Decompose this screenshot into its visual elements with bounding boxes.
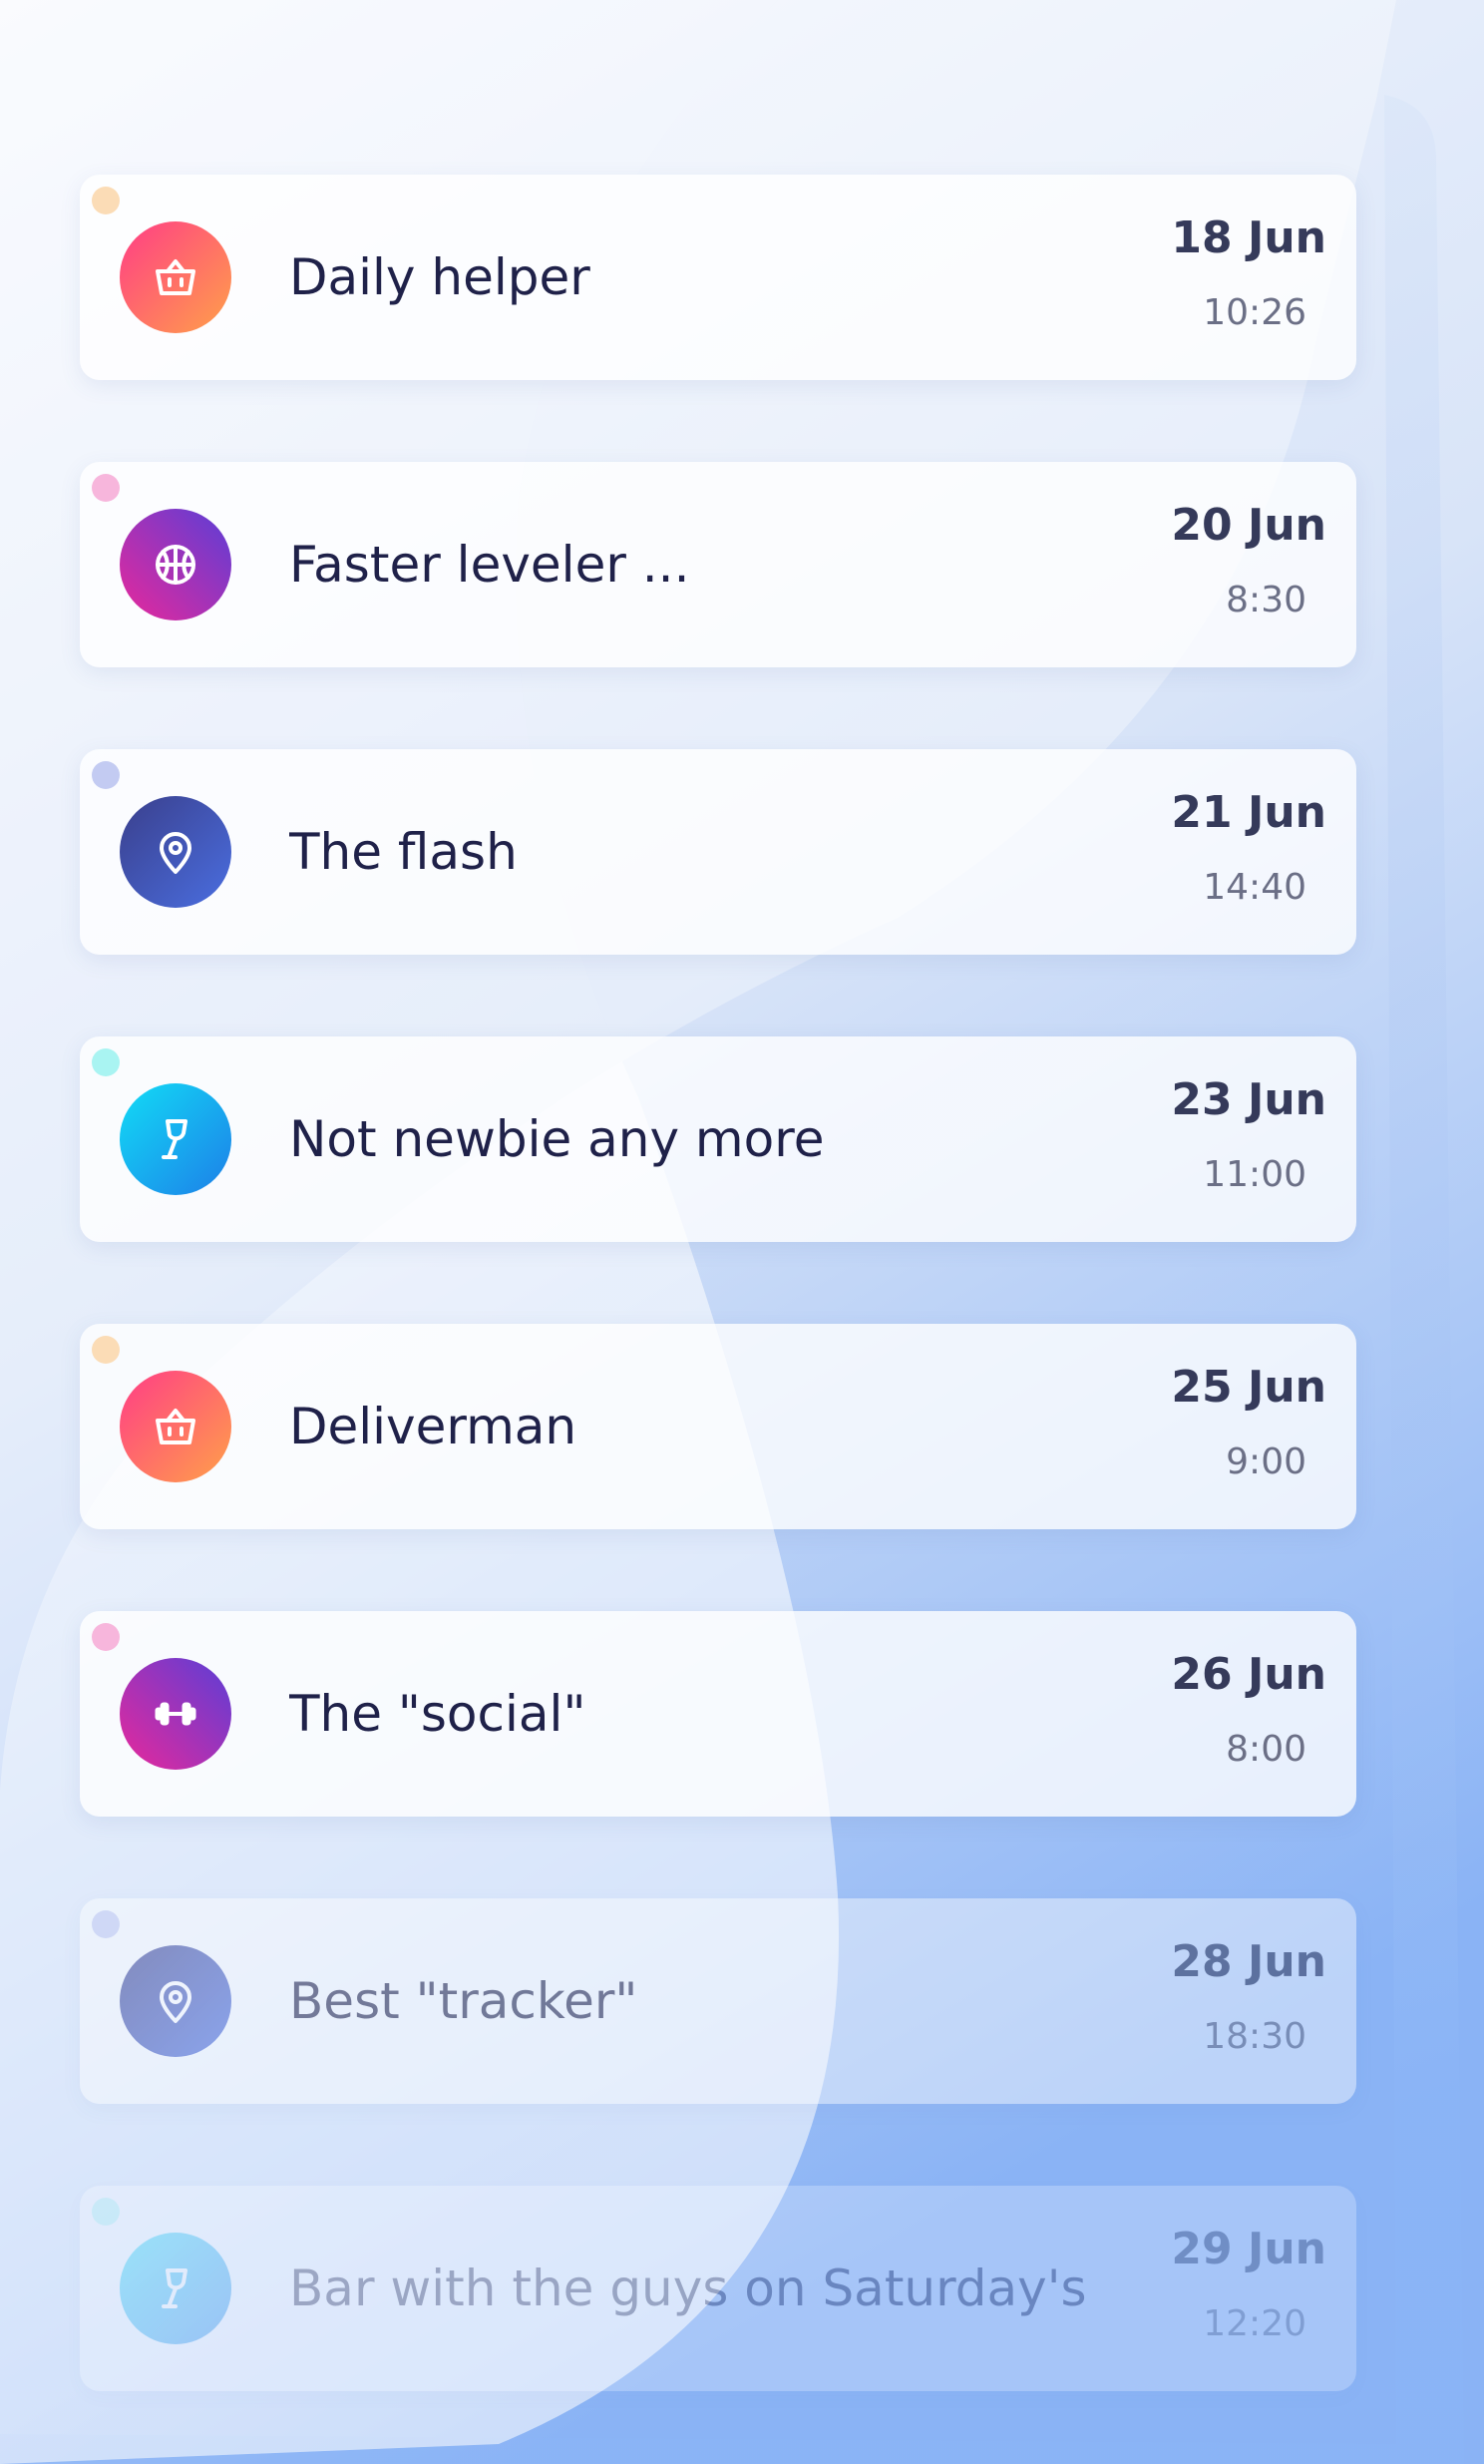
item-title: Not newbie any more: [289, 1110, 825, 1168]
item-date: 29 Jun: [1171, 2224, 1326, 2274]
item-title: Bar with the guys on Saturday's ...: [289, 2259, 1087, 2317]
item-time: 11:00: [1203, 1154, 1306, 1195]
list-item[interactable]: The flash 21 Jun 14:40: [80, 749, 1356, 955]
item-date: 25 Jun: [1171, 1362, 1326, 1413]
item-date: 28 Jun: [1171, 1936, 1326, 1987]
item-date: 20 Jun: [1171, 500, 1326, 551]
dumbbell-icon: [120, 1658, 231, 1770]
item-date: 26 Jun: [1171, 1649, 1326, 1700]
status-dot: [92, 1623, 120, 1651]
item-time: 10:26: [1203, 292, 1306, 333]
item-time: 8:30: [1226, 580, 1306, 620]
list-item[interactable]: Best "tracker" 28 Jun 18:30: [80, 1898, 1356, 2104]
wine-glass-icon: [120, 1083, 231, 1195]
item-title: Deliverman: [289, 1398, 577, 1455]
item-title: Daily helper: [289, 248, 590, 306]
item-title: Best "tracker": [289, 1972, 638, 2030]
item-title: The flash: [289, 823, 518, 881]
location-pin-icon: [120, 796, 231, 908]
activity-list: Daily helper 18 Jun 10:26 Faster leveler…: [0, 0, 1484, 2464]
status-dot: [92, 474, 120, 502]
list-item[interactable]: Deliverman 25 Jun 9:00: [80, 1324, 1356, 1529]
item-date: 18 Jun: [1171, 212, 1326, 263]
status-dot: [92, 2198, 120, 2226]
basketball-icon: [120, 509, 231, 620]
location-pin-icon: [120, 1945, 231, 2057]
wine-glass-icon: [120, 2233, 231, 2344]
list-item[interactable]: The "social" 26 Jun 8:00: [80, 1611, 1356, 1817]
status-dot: [92, 1336, 120, 1364]
list-item[interactable]: Not newbie any more 23 Jun 11:00: [80, 1036, 1356, 1242]
item-time: 8:00: [1226, 1729, 1306, 1770]
status-dot: [92, 761, 120, 789]
item-date: 21 Jun: [1171, 787, 1326, 838]
item-time: 14:40: [1203, 867, 1306, 908]
item-title: Faster leveler ...: [289, 536, 690, 594]
list-item[interactable]: Bar with the guys on Saturday's ... 29 J…: [80, 2186, 1356, 2391]
item-title: The "social": [289, 1685, 586, 1743]
item-time: 18:30: [1203, 2016, 1306, 2057]
basket-icon: [120, 221, 231, 333]
item-date: 23 Jun: [1171, 1074, 1326, 1125]
status-dot: [92, 1048, 120, 1076]
status-dot: [92, 187, 120, 214]
list-item[interactable]: Daily helper 18 Jun 10:26: [80, 175, 1356, 380]
list-item[interactable]: Faster leveler ... 20 Jun 8:30: [80, 462, 1356, 667]
item-time: 9:00: [1226, 1441, 1306, 1482]
status-dot: [92, 1910, 120, 1938]
basket-icon: [120, 1371, 231, 1482]
item-time: 12:20: [1203, 2303, 1306, 2344]
